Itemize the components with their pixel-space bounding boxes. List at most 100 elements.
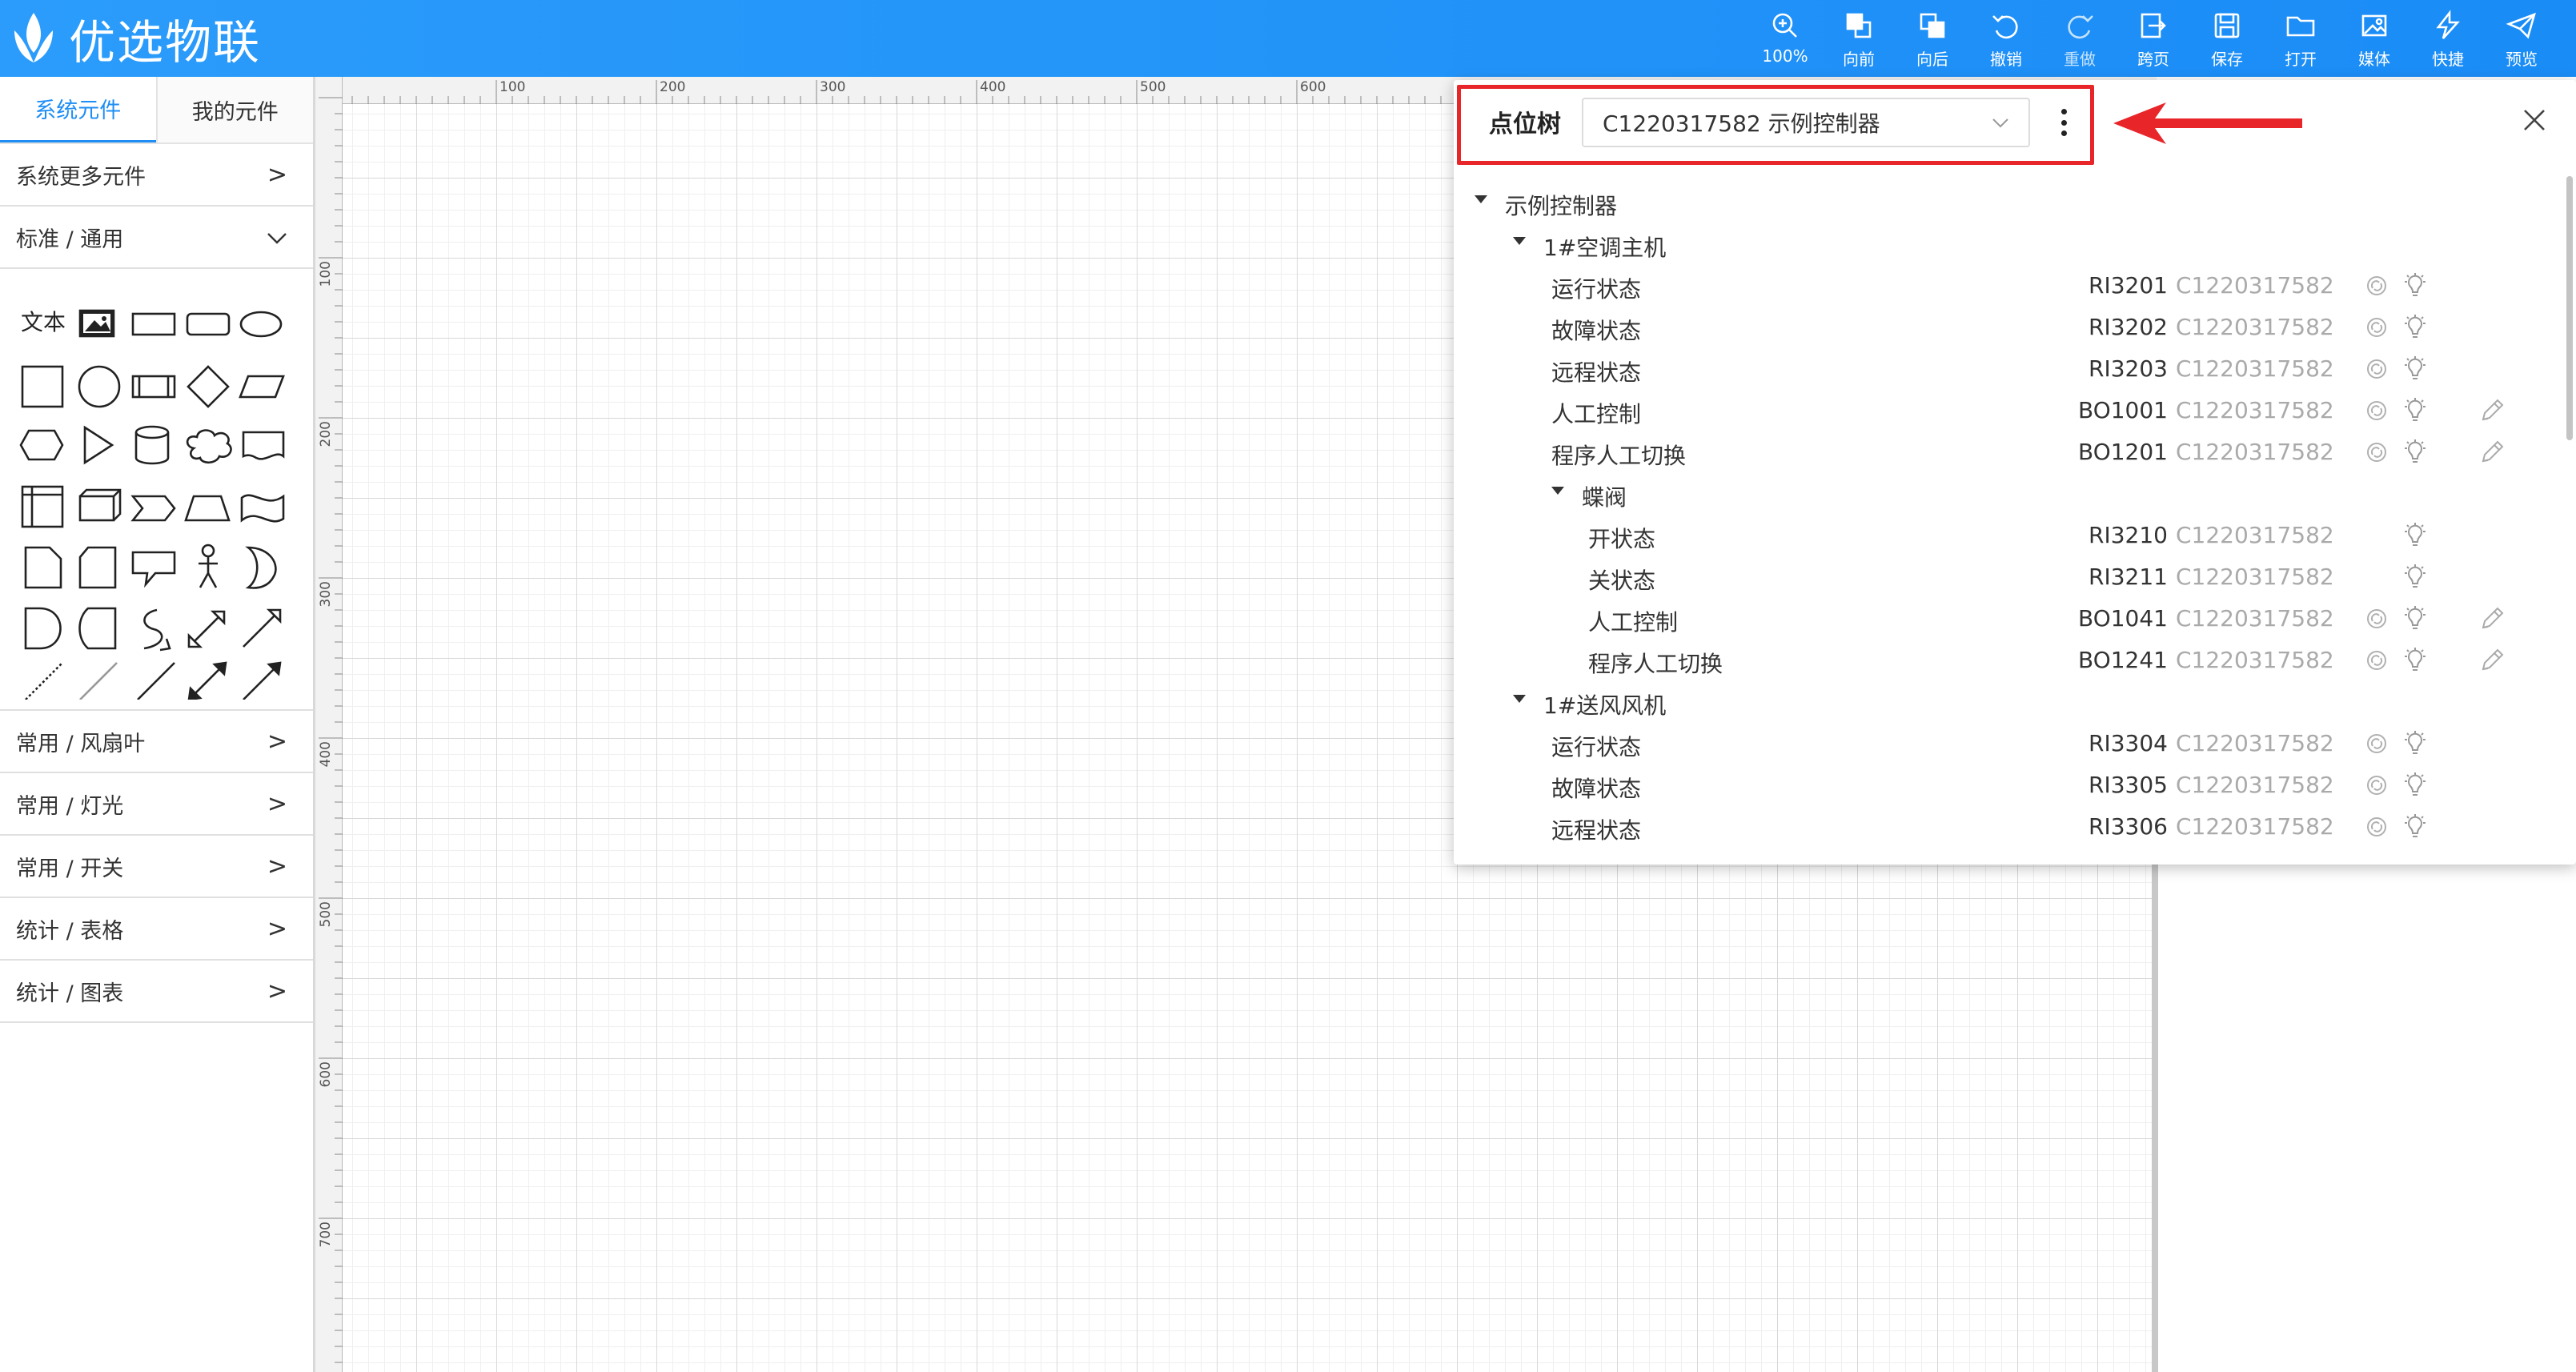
link-icon[interactable] [2365,773,2389,797]
shape-square-icon[interactable] [21,365,64,408]
preview-button[interactable]: 预览 [2490,10,2554,70]
media-button[interactable]: 媒体 [2342,10,2406,70]
tree-point-row[interactable]: 故障状态 RI3202 C1220317582 [1454,306,2576,347]
tree-point-row[interactable]: 远程状态 RI3306 C1220317582 [1454,805,2576,847]
link-icon[interactable] [2365,607,2389,631]
tree-point-row[interactable]: 运行状态 RI3304 C1220317582 [1454,722,2576,764]
save-button[interactable]: 保存 [2195,10,2259,70]
shape-double-arrow-line-icon[interactable] [187,661,227,700]
shape-process-icon[interactable] [131,375,176,399]
shape-triangle-icon[interactable] [83,425,114,465]
bulb-icon[interactable] [2401,564,2429,591]
bulb-icon[interactable] [2401,355,2429,383]
tree-point-row[interactable]: 人工控制 BO1001 C1220317582 [1454,389,2576,431]
redo-button[interactable]: 重做 [2048,10,2112,70]
edit-pencil-icon[interactable] [2478,397,2506,424]
tree-group-node[interactable]: 示例控制器 [1454,181,2576,223]
shortcut-button[interactable]: 快捷 [2416,10,2480,70]
shape-line-icon[interactable] [137,662,175,700]
tree-point-row[interactable]: 程序人工切换 BO1241 C1220317582 [1454,639,2576,680]
bulb-icon[interactable] [2401,772,2429,799]
shape-arrow-icon[interactable] [243,608,282,648]
send-backward-button[interactable]: 向后 [1900,10,1964,70]
link-icon[interactable] [2365,357,2389,381]
undo-button[interactable]: 撤销 [1974,10,2038,70]
shape-rounded-rect-icon[interactable] [186,312,231,336]
shape-thin-line-icon[interactable] [79,662,118,700]
shape-bidirectional-arrow-icon[interactable] [187,610,226,648]
controller-select[interactable]: C1220317582 示例控制器 [1582,98,2030,147]
shape-cloud-icon[interactable] [186,429,232,464]
shape-document-icon[interactable] [242,431,285,460]
bulb-icon[interactable] [2401,397,2429,424]
bulb-icon[interactable] [2401,730,2429,757]
more-options-icon[interactable] [2059,109,2068,136]
shape-step-icon[interactable] [130,495,176,522]
section-table[interactable]: 统计 / 表格 > [0,898,313,961]
section-more-components[interactable]: 系统更多元件 > [0,144,313,207]
caret-down-icon[interactable] [1513,695,1526,703]
shape-trapezoid-icon[interactable] [184,495,231,522]
section-light[interactable]: 常用 / 灯光 > [0,773,313,836]
tree-group-node[interactable]: 1#送风风机 [1454,680,2576,722]
tree-point-row[interactable]: 关状态 RI3211 C1220317582 [1454,556,2576,597]
shape-card-icon[interactable] [78,546,117,589]
shape-circle-icon[interactable] [78,365,121,408]
tab-system-components[interactable]: 系统元件 [0,77,156,142]
shape-arrow-line-icon[interactable] [243,661,282,700]
shape-curve-icon[interactable] [143,608,163,650]
link-icon[interactable] [2365,815,2389,839]
bulb-icon[interactable] [2401,314,2429,341]
open-button[interactable]: 打开 [2269,10,2333,70]
caret-down-icon[interactable] [1475,195,1487,203]
bulb-icon[interactable] [2401,605,2429,632]
caret-down-icon[interactable] [1513,237,1526,245]
shape-cube-icon[interactable] [78,488,122,522]
section-chart[interactable]: 统计 / 图表 > [0,961,313,1023]
shape-diamond-icon[interactable] [187,365,230,408]
shape-rectangle-icon[interactable] [131,312,176,336]
link-icon[interactable] [2365,732,2389,756]
shape-image-icon[interactable] [78,309,115,338]
bring-forward-button[interactable]: 向前 [1827,10,1891,70]
tree-point-row[interactable]: 人工控制 BO1041 C1220317582 [1454,597,2576,639]
caret-down-icon[interactable] [1551,487,1564,495]
section-fan[interactable]: 常用 / 风扇叶 > [0,711,313,773]
bulb-icon[interactable] [2401,272,2429,299]
shape-note-icon[interactable] [24,546,62,589]
shape-cylinder-icon[interactable] [134,425,170,465]
shape-internal-storage-icon[interactable] [21,485,64,528]
tree-point-row[interactable]: 远程状态 RI3203 C1220317582 [1454,347,2576,389]
bulb-icon[interactable] [2401,439,2429,466]
shape-stored-data-icon[interactable] [78,607,117,650]
bulb-icon[interactable] [2401,522,2429,549]
link-icon[interactable] [2365,274,2389,298]
section-standard[interactable]: 标准 / 通用 [0,207,313,269]
tree-point-row[interactable]: 开状态 RI3210 C1220317582 [1454,514,2576,556]
section-switch[interactable]: 常用 / 开关 > [0,836,313,898]
shape-ellipse-icon[interactable] [239,311,283,338]
edit-pencil-icon[interactable] [2478,605,2506,632]
shape-parallelogram-icon[interactable] [239,375,285,399]
cross-page-button[interactable]: 跨页 [2121,10,2185,70]
tab-my-components[interactable]: 我的元件 [155,77,313,142]
link-icon[interactable] [2365,648,2389,672]
shape-delay-icon[interactable] [24,607,62,650]
zoom-button[interactable]: 100% [1753,10,1817,70]
shape-text[interactable]: 文本 [21,309,66,335]
edit-pencil-icon[interactable] [2478,647,2506,674]
tree-point-row[interactable]: 程序人工切换 BO1201 C1220317582 [1454,431,2576,472]
shape-or-icon[interactable] [245,546,277,589]
shape-dotted-line-icon[interactable] [25,662,63,700]
close-icon[interactable] [2517,102,2552,138]
link-icon[interactable] [2365,399,2389,423]
tree-point-row[interactable]: 运行状态 RI3201 C1220317582 [1454,264,2576,306]
tree-group-node[interactable]: 蝶阀 [1454,472,2576,514]
shape-tape-icon[interactable] [240,494,285,523]
shape-actor-icon[interactable] [199,544,218,588]
shape-callout-icon[interactable] [131,551,176,588]
link-icon[interactable] [2365,315,2389,339]
shape-hexagon-icon[interactable] [19,429,64,461]
tree-point-row[interactable]: 故障状态 RI3305 C1220317582 [1454,764,2576,805]
edit-pencil-icon[interactable] [2478,439,2506,466]
